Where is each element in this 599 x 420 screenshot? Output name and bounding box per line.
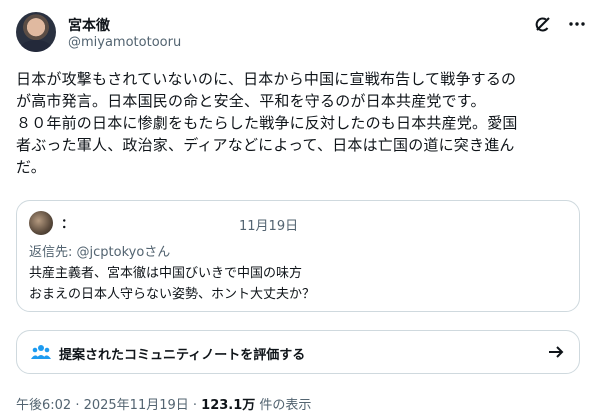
quote-author-name[interactable]: ： [61, 213, 74, 232]
tweet-line: が高市発言。日本国民の命と安全、平和を守るのが日本共産党です。 [16, 92, 486, 110]
author-name[interactable]: 宮本徹 [68, 15, 110, 35]
tweet-text: 日本が攻撃もされていないのに、日本から中国に宣戦布告して戦争するの が高市発言。… [16, 68, 586, 178]
quote-line: 共産主義者、宮本徹は中国びいきで中国の味方 [29, 266, 303, 281]
quoted-tweet[interactable]: ： 11月19日 返信先: @jcptokyoさん 共産主義者、宮本徹は中国びい… [16, 200, 580, 312]
tweet-line: 者ぶった軍人、政治家、ディアなどによって、日本は亡国の道に突き進ん [16, 136, 515, 154]
tweet-line: だ。 [16, 158, 46, 176]
quote-avatar[interactable] [29, 211, 53, 235]
tweet-meta: 午後6:02 · 2025年11月19日 · 123.1万 件の表示 [16, 394, 311, 413]
tweet-line: ８０年前の日本に惨劇をもたらした戦争に反対したのも日本共産党。愛国 [16, 114, 518, 132]
quote-line: おまえの日本人守らない姿勢、ホント大丈夫か？ [29, 287, 316, 302]
avatar[interactable] [16, 12, 56, 52]
view-count: 123.1万 [201, 398, 256, 413]
quote-reply-to: 返信先: @jcptokyoさん [29, 245, 171, 260]
tweet-header: 宮本徹 @miyamototooru [16, 12, 587, 56]
people-icon [31, 344, 51, 360]
community-note-label: 提案されたコミュニティノートを評価する [59, 348, 306, 363]
grok-icon[interactable] [533, 14, 553, 34]
header-actions [533, 14, 587, 34]
view-label: 件の表示 [255, 398, 312, 413]
author-handle[interactable]: @miyamototooru [68, 35, 181, 50]
tweet-line: 日本が攻撃もされていないのに、日本から中国に宣戦布告して戦争するの [16, 70, 517, 88]
more-icon[interactable] [567, 14, 587, 34]
tweet-timestamp[interactable]: 午後6:02 · 2025年11月19日 · [16, 398, 201, 413]
arrow-right-icon [547, 343, 565, 361]
quote-date[interactable]: 11月19日 [239, 215, 298, 234]
quote-body: 共産主義者、宮本徹は中国びいきで中国の味方 おまえの日本人守らない姿勢、ホント大… [29, 263, 315, 305]
rate-community-note-button[interactable]: 提案されたコミュニティノートを評価する [16, 330, 580, 374]
